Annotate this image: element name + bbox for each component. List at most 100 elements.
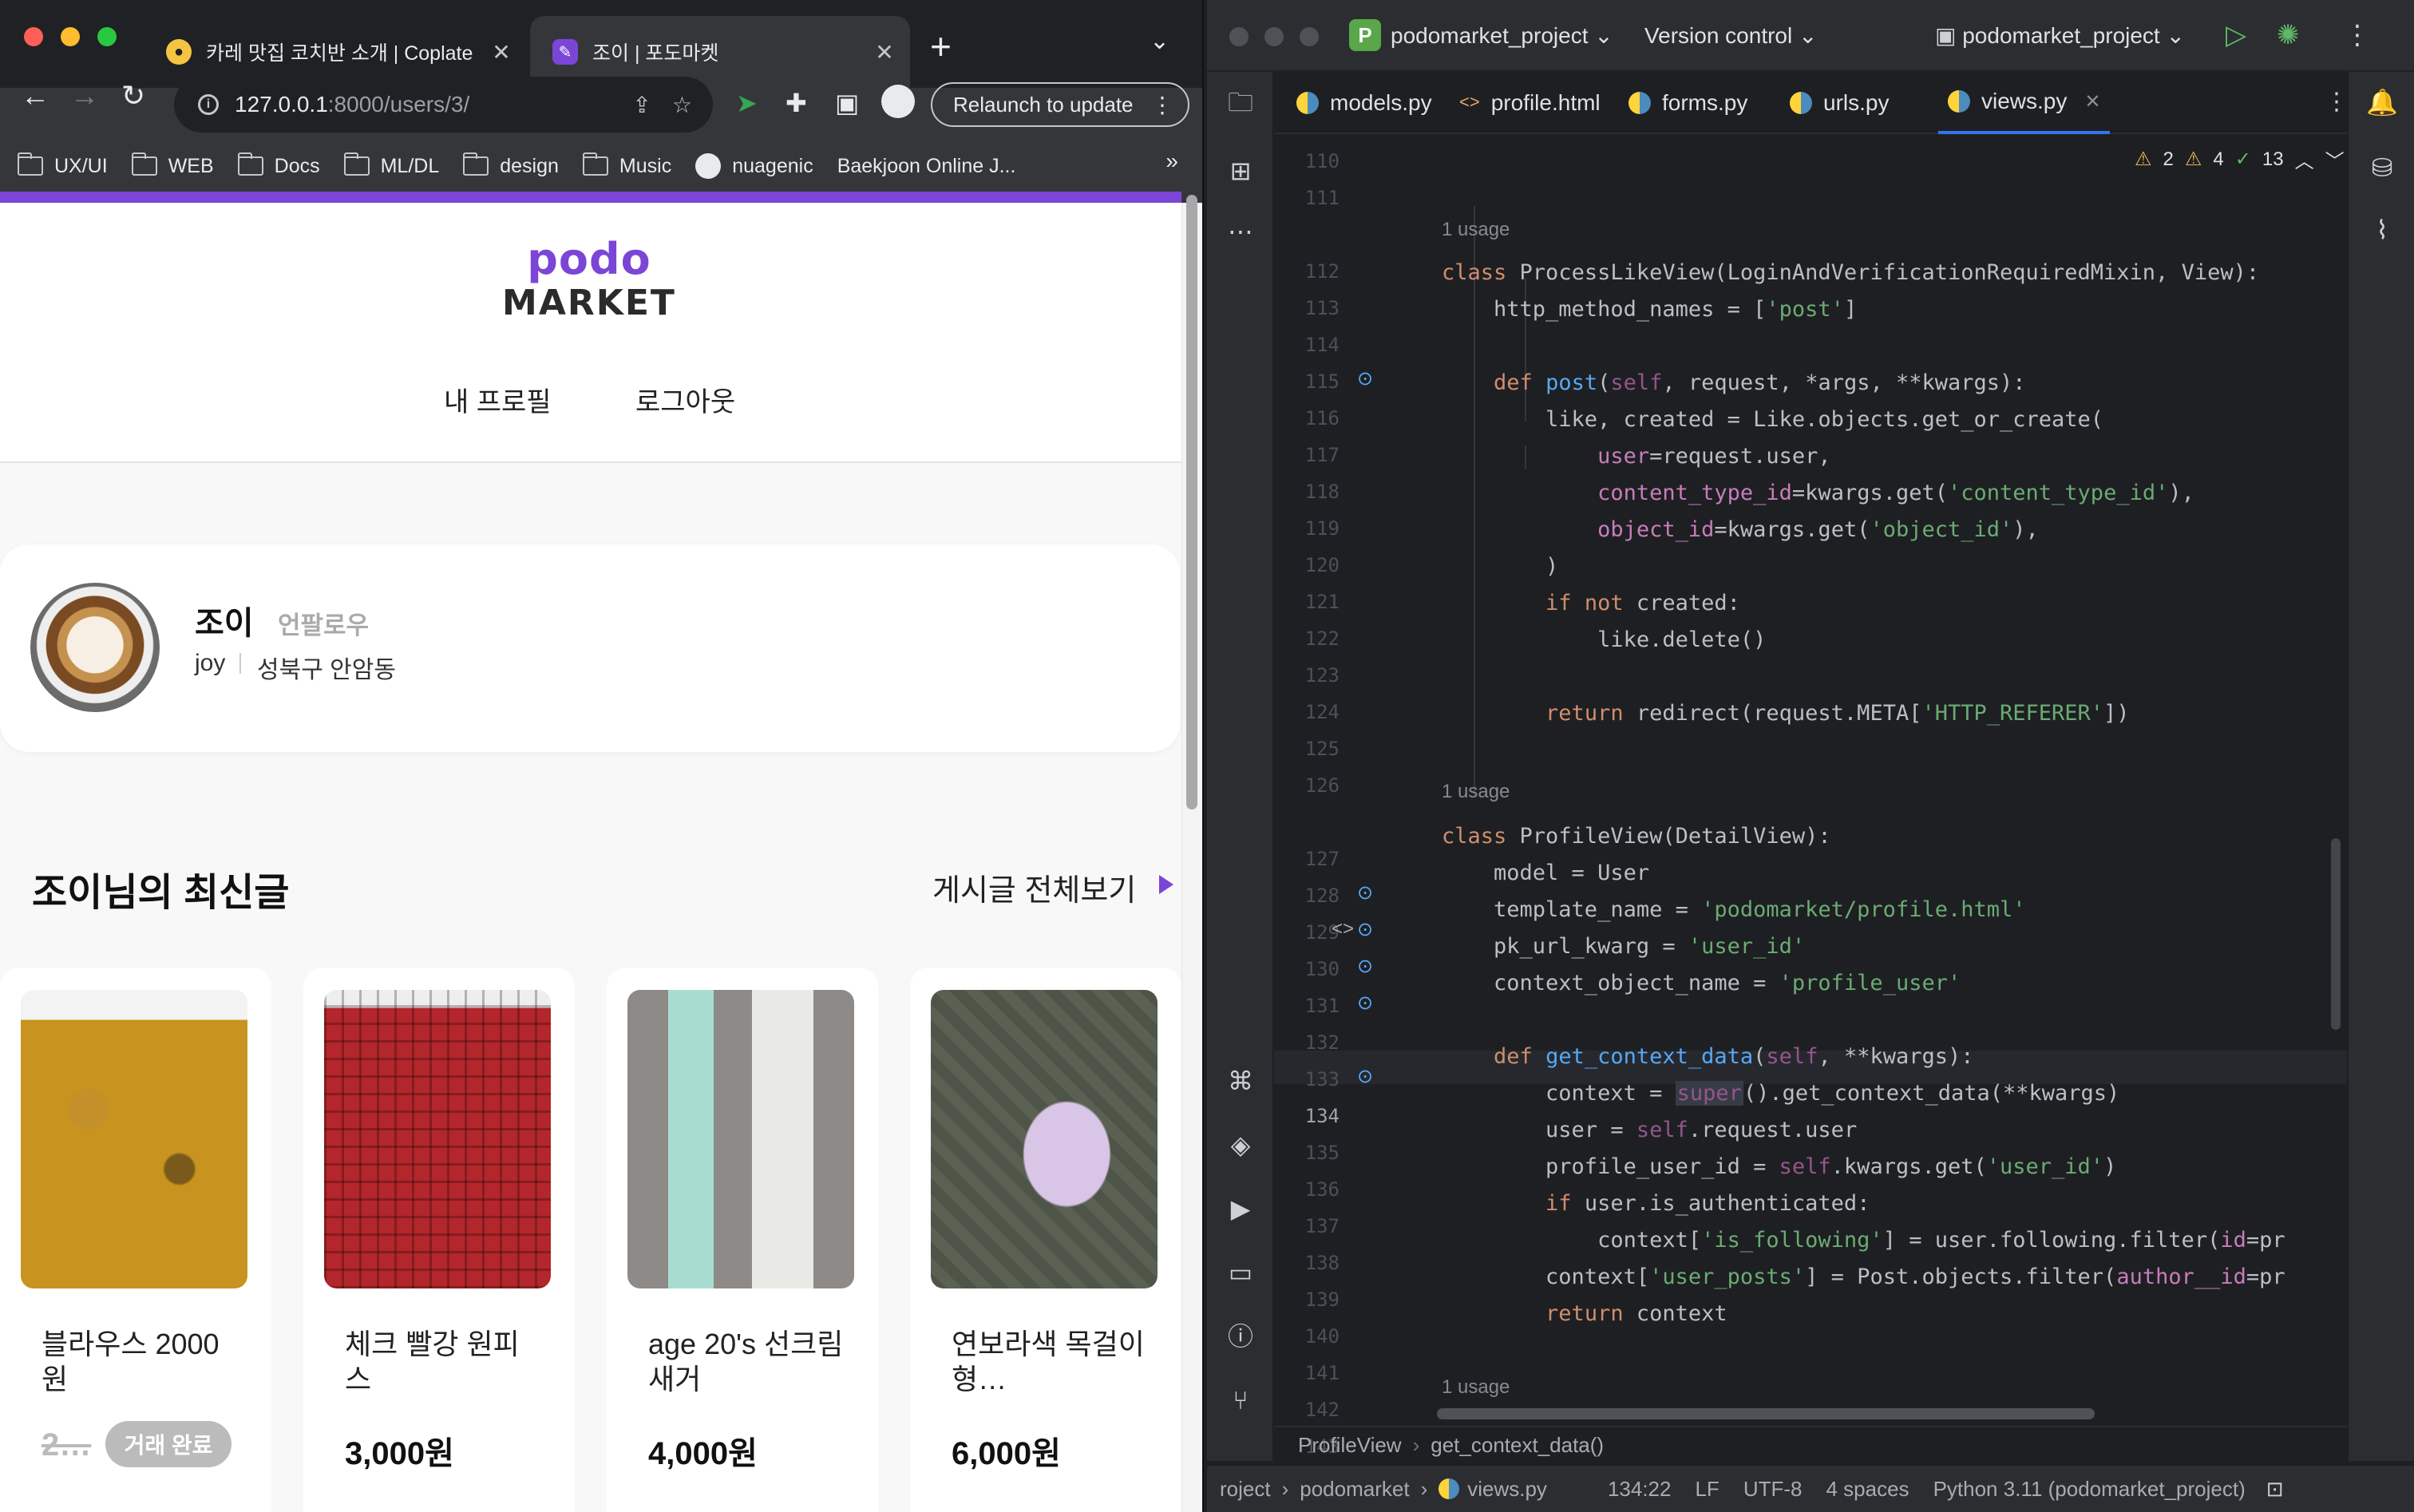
product-card[interactable]: 연보라색 목걸이형… 6,000원 — [910, 968, 1181, 1512]
file-encoding[interactable]: UTF-8 — [1743, 1477, 1803, 1502]
status-path-package[interactable]: podomarket — [1300, 1477, 1409, 1502]
extension-cast-icon[interactable]: ➤ — [736, 88, 758, 118]
minimize-window-button[interactable] — [61, 27, 80, 46]
inspection-widget[interactable]: ⚠ 2 ⚠ 4 ✓ 13 ︿ ﹀ — [2135, 145, 2345, 173]
override-marker-icon[interactable]: ⊙ — [1357, 918, 1373, 941]
python-interpreter[interactable]: Python 3.11 (podomarket_project) — [1933, 1477, 2246, 1502]
services-run-icon[interactable]: ▶ — [1221, 1189, 1260, 1228]
usage-hint[interactable]: 1 usage — [1442, 219, 1510, 241]
bookmark-star-icon[interactable]: ☆ — [672, 92, 692, 118]
bookmark-link[interactable]: nuagenic — [695, 153, 813, 179]
caret-position[interactable]: 134:22 — [1608, 1477, 1672, 1502]
database-icon[interactable]: ⛁ — [2363, 148, 2401, 187]
sciview-icon[interactable]: ⌇ — [2363, 211, 2401, 249]
run-icon[interactable]: ▷ — [2226, 19, 2246, 51]
product-card[interactable]: 블라우스 2000원 2… 거래 완료 — [0, 968, 271, 1512]
new-tab-button[interactable]: + — [930, 24, 952, 69]
debug-icon[interactable]: ✺ — [2277, 19, 2300, 51]
url-text[interactable]: 127.0.0.1:8000/users/3/ — [235, 92, 632, 117]
address-bar[interactable]: i 127.0.0.1:8000/users/3/ ⇪ ☆ — [174, 77, 713, 133]
close-tab-icon[interactable]: ✕ — [2084, 90, 2100, 113]
git-branch-icon[interactable]: ⑂ — [1221, 1381, 1260, 1419]
breadcrumb-class[interactable]: ProfileView — [1298, 1433, 1402, 1458]
tab-options-icon[interactable]: ⋮ — [2325, 88, 2349, 116]
chevron-up-icon[interactable]: ︿ — [2295, 145, 2314, 173]
override-marker-icon[interactable]: ⊙ — [1357, 367, 1373, 390]
reload-icon[interactable]: ↻ — [121, 80, 145, 112]
override-marker-icon[interactable]: ⊙ — [1357, 1065, 1373, 1088]
editor-horizontal-scrollbar[interactable] — [1437, 1408, 2095, 1419]
status-path-file[interactable]: views.py — [1467, 1477, 1547, 1502]
override-marker-icon[interactable]: ⊙ — [1357, 992, 1373, 1015]
tab-forms-py[interactable]: forms.py — [1628, 72, 1747, 134]
project-folder-icon[interactable]: 🗀 — [1221, 83, 1260, 121]
bookmark-folder[interactable]: WEB — [131, 152, 214, 178]
unfollow-button[interactable]: 언팔로우 — [278, 605, 369, 641]
editor-vertical-scrollbar[interactable] — [2331, 838, 2341, 1030]
tab-models-py[interactable]: models.py — [1296, 72, 1432, 134]
run-config-selector[interactable]: ▣ podomarket_project ⌄ — [1935, 22, 2185, 49]
layers-icon[interactable]: ◈ — [1221, 1126, 1260, 1164]
usage-hint[interactable]: 1 usage — [1442, 781, 1510, 803]
tab-views-py[interactable]: views.py ✕ — [1938, 72, 2111, 134]
forward-arrow-icon[interactable]: → — [70, 80, 99, 112]
logo-top-text: podo — [527, 234, 651, 284]
problems-icon[interactable]: ⓘ — [1221, 1317, 1260, 1356]
nav-my-profile[interactable]: 내 프로필 — [444, 380, 552, 419]
more-actions-icon[interactable]: ⋮ — [2344, 19, 2371, 51]
breadcrumb-method[interactable]: get_context_data() — [1431, 1433, 1604, 1458]
bookmark-link[interactable]: </>Baekjoon Online J... — [235, 155, 1015, 297]
usage-hint[interactable]: 1 usage — [1442, 1376, 1510, 1399]
line-number: 125 — [1304, 738, 1340, 760]
close-window-button[interactable] — [1229, 27, 1249, 46]
sold-badge: 거래 완료 — [105, 1421, 232, 1467]
bookmarks-overflow-button[interactable]: » — [1165, 148, 1178, 174]
play-arrow-icon[interactable] — [1159, 875, 1173, 894]
version-control-menu[interactable]: Version control ⌄ — [1644, 22, 1817, 49]
bookmark-folder[interactable]: Docs — [237, 152, 320, 178]
line-separator[interactable]: LF — [1695, 1477, 1719, 1502]
product-card[interactable]: age 20's 선크림 새거 4,000원 — [607, 968, 878, 1512]
tab-profile-html[interactable]: <> profile.html — [1459, 72, 1601, 134]
zoom-window-button[interactable] — [1300, 27, 1319, 46]
code-editor[interactable]: 1 usage class ProcessLikeView(LoginAndVe… — [1442, 134, 2285, 1411]
side-panel-icon[interactable]: ▣ — [835, 88, 859, 118]
chevron-down-icon[interactable]: ﹀ — [2325, 145, 2345, 173]
lock-icon[interactable]: ⊡ — [2266, 1477, 2284, 1502]
close-tab-icon[interactable]: ✕ — [485, 39, 517, 65]
bookmark-folder[interactable]: ML/DL — [343, 152, 439, 178]
python-console-icon[interactable]: ⌘ — [1221, 1062, 1260, 1100]
template-link-icon[interactable]: <> — [1332, 918, 1354, 940]
nav-logout[interactable]: 로그아웃 — [635, 380, 735, 419]
bookmark-folder[interactable]: UX/UI — [18, 152, 108, 178]
extensions-puzzle-icon[interactable]: ✚ — [786, 88, 807, 118]
product-card[interactable]: 체크 빨강 원피스 3,000원 — [303, 968, 575, 1512]
more-tools-icon[interactable]: ⋯ — [1221, 212, 1260, 251]
close-tab-icon[interactable]: ✕ — [869, 39, 900, 65]
terminal-icon[interactable]: ▭ — [1221, 1253, 1260, 1292]
back-arrow-icon[interactable]: ← — [21, 80, 49, 112]
site-info-icon[interactable]: i — [198, 94, 219, 115]
minimize-window-button[interactable] — [1264, 27, 1284, 46]
kebab-menu-icon[interactable]: ⋮ — [1151, 92, 1173, 118]
override-marker-icon[interactable]: ⊙ — [1357, 955, 1373, 978]
tab-urls-py[interactable]: urls.py — [1790, 72, 1889, 134]
page-scrollbar-thumb[interactable] — [1186, 195, 1197, 809]
bookmark-folder[interactable]: design — [463, 152, 559, 178]
tab-search-button[interactable]: ⌄ — [1150, 27, 1169, 55]
podo-market-logo[interactable]: podo MARKET — [501, 235, 677, 338]
indent-setting[interactable]: 4 spaces — [1826, 1477, 1909, 1502]
close-window-button[interactable] — [24, 27, 43, 46]
notifications-bell-icon[interactable]: 🔔 — [2363, 83, 2401, 121]
zoom-window-button[interactable] — [97, 27, 117, 46]
project-chip[interactable]: P — [1349, 19, 1381, 51]
override-marker-icon[interactable]: ⊙ — [1357, 881, 1373, 904]
profile-avatar-icon[interactable] — [881, 85, 915, 118]
bookmark-folder[interactable]: Music — [582, 152, 671, 178]
project-switcher[interactable]: podomarket_project ⌄ — [1391, 22, 1613, 49]
status-path-root[interactable]: roject — [1220, 1477, 1271, 1502]
see-all-posts-link[interactable]: 게시글 전체보기 — [932, 865, 1136, 909]
structure-icon[interactable]: ⊞ — [1221, 152, 1260, 190]
relaunch-update-button[interactable]: Relaunch to update ⋮ — [931, 82, 1189, 127]
share-icon[interactable]: ⇪ — [632, 92, 651, 118]
